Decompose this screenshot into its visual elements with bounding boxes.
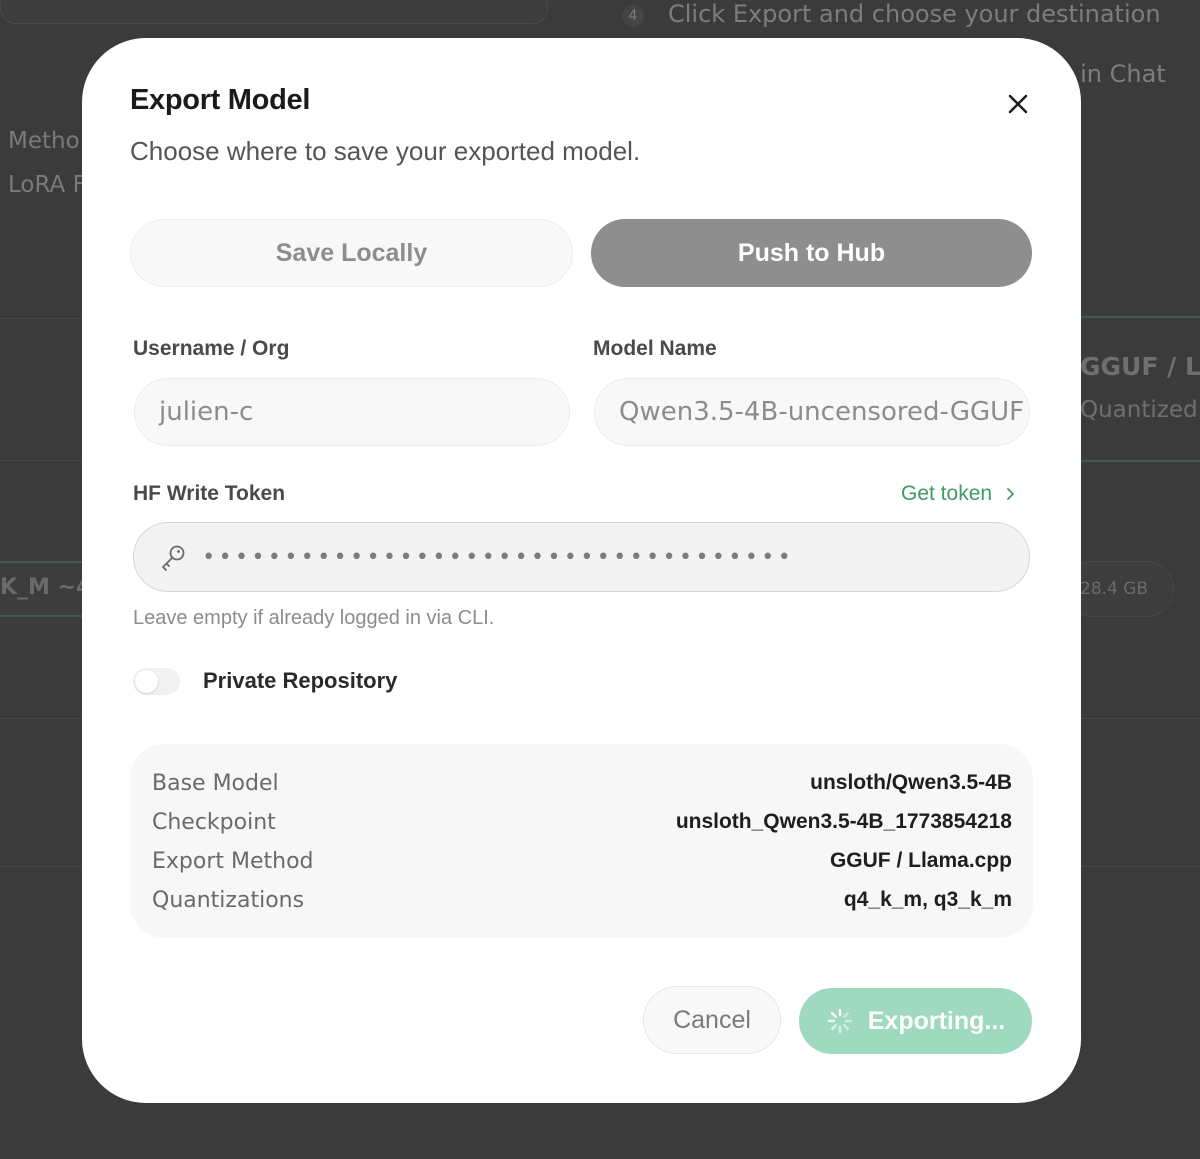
background-step-text: Click Export and choose your destination bbox=[668, 0, 1161, 28]
summary-row: Base Model unsloth/Qwen3.5-4B bbox=[152, 768, 1012, 798]
summary-row: Checkpoint unsloth_Qwen3.5-4B_1773854218 bbox=[152, 807, 1012, 837]
background-format-card bbox=[1060, 316, 1200, 462]
token-input[interactable]: •••••••••••••••••••••••••••••••••••• bbox=[133, 522, 1030, 592]
model-name-value: Qwen3.5-4B-uncensored-GGUF bbox=[619, 397, 1025, 427]
tab-save-locally[interactable]: Save Locally bbox=[130, 219, 573, 287]
summary-key: Checkpoint bbox=[152, 809, 276, 835]
close-button[interactable] bbox=[1000, 86, 1036, 122]
private-repo-label: Private Repository bbox=[203, 668, 398, 693]
cancel-button[interactable]: Cancel bbox=[643, 986, 781, 1054]
username-label: Username / Org bbox=[133, 337, 290, 360]
spinner-icon bbox=[827, 1008, 852, 1034]
background-search-bar bbox=[0, 0, 548, 24]
export-model-dialog: Export Model Choose where to save your e… bbox=[82, 38, 1081, 1103]
get-token-link[interactable]: Get token bbox=[901, 482, 1016, 506]
background-card-title: GGUF / Lla bbox=[1080, 352, 1200, 381]
export-button[interactable]: Exporting... bbox=[799, 988, 1032, 1054]
summary-key: Export Method bbox=[152, 848, 314, 874]
summary-row: Quantizations q4_k_m, q3_k_m bbox=[152, 885, 1012, 915]
dialog-subtitle: Choose where to save your exported model… bbox=[130, 136, 641, 166]
close-icon bbox=[1008, 94, 1028, 114]
background-size-text: 28.4 GB bbox=[1080, 579, 1149, 599]
model-name-label: Model Name bbox=[593, 337, 717, 360]
summary-value: GGUF / Llama.cpp bbox=[829, 849, 1012, 872]
toggle-knob bbox=[135, 670, 158, 693]
summary-value: q4_k_m, q3_k_m bbox=[843, 888, 1012, 911]
export-button-label: Exporting... bbox=[867, 1006, 1006, 1035]
background-step-number: 4 bbox=[622, 5, 644, 27]
token-hint: Leave empty if already logged in via CLI… bbox=[133, 607, 495, 629]
model-name-input[interactable]: Qwen3.5-4B-uncensored-GGUF bbox=[594, 378, 1030, 446]
token-masked-value: •••••••••••••••••••••••••••••••••••• bbox=[202, 544, 795, 570]
summary-row: Export Method GGUF / Llama.cpp bbox=[152, 846, 1012, 876]
summary-key: Quantizations bbox=[152, 887, 305, 913]
background-quant-text: K_M ~4 bbox=[0, 575, 92, 600]
background-card-subtitle: Quantized f bbox=[1080, 397, 1200, 423]
summary-value: unsloth/Qwen3.5-4B bbox=[810, 771, 1012, 794]
export-summary: Base Model unsloth/Qwen3.5-4B Checkpoint… bbox=[130, 744, 1033, 938]
username-value: julien-c bbox=[159, 397, 254, 427]
dialog-title: Export Model bbox=[130, 84, 311, 116]
private-repo-toggle[interactable] bbox=[133, 668, 180, 695]
background-lora-label: LoRA F bbox=[8, 172, 86, 198]
background-method-label: Metho bbox=[8, 128, 80, 154]
chevron-right-icon bbox=[1007, 488, 1014, 500]
username-input[interactable]: julien-c bbox=[134, 378, 570, 446]
token-label: HF Write Token bbox=[133, 482, 286, 505]
summary-value: unsloth_Qwen3.5-4B_1773854218 bbox=[675, 810, 1012, 833]
summary-key: Base Model bbox=[152, 770, 279, 796]
get-token-label: Get token bbox=[901, 482, 993, 505]
key-icon bbox=[162, 545, 185, 571]
tab-push-to-hub[interactable]: Push to Hub bbox=[591, 219, 1032, 287]
